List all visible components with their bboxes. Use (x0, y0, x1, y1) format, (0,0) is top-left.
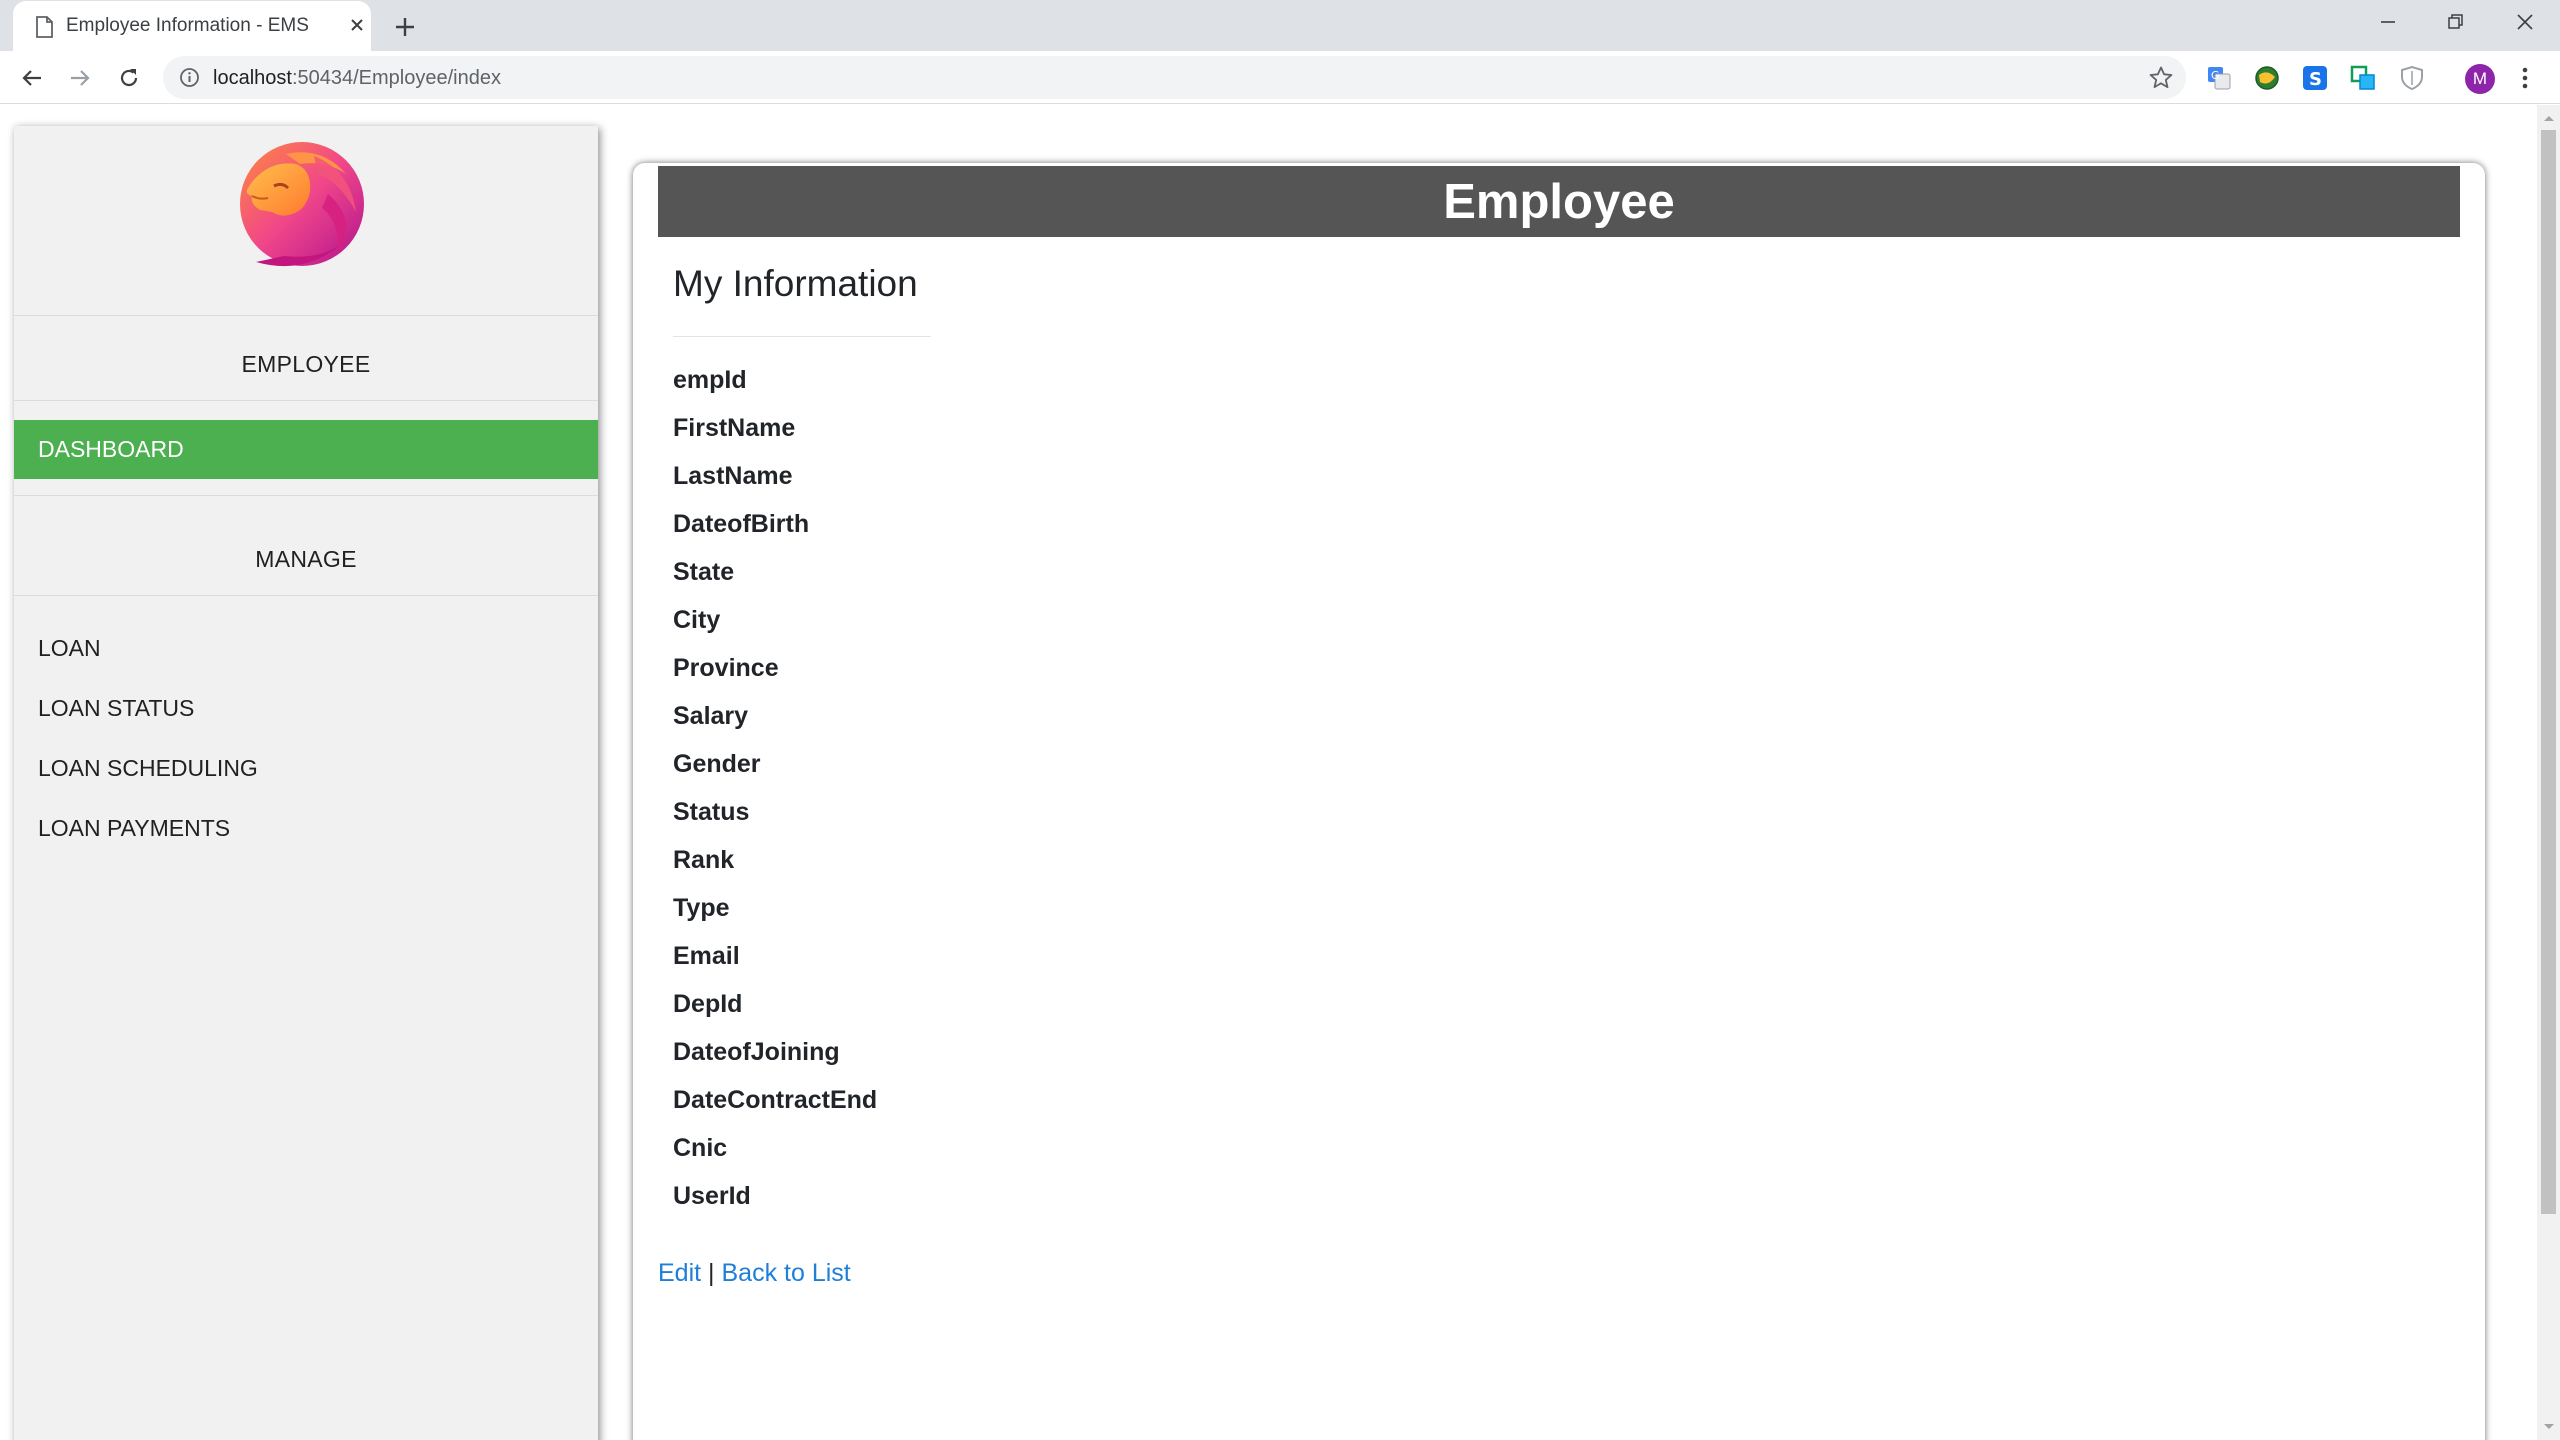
back-to-list-link[interactable]: Back to List (722, 1259, 851, 1287)
sidebar-item-label: DASHBOARD (38, 436, 184, 462)
svg-text:S: S (2309, 69, 2322, 90)
link-separator: | (708, 1259, 715, 1287)
edit-link[interactable]: Edit (658, 1259, 701, 1287)
sidebar-heading-manage: MANAGE (255, 546, 357, 572)
copy-extension-icon[interactable] (2348, 63, 2378, 93)
avatar[interactable]: M (2465, 64, 2495, 94)
browser-toolbar: localhost:50434/Employee/index G S M (0, 51, 2560, 104)
url-host: localhost (213, 67, 292, 89)
sidebar-item-loan-scheduling[interactable]: LOAN SCHEDULING (38, 755, 258, 782)
browser-tab[interactable]: Employee Information - EMS (13, 1, 371, 51)
field-label-datecontractend: DateContractEnd (673, 1086, 878, 1114)
close-icon[interactable] (345, 13, 369, 37)
field-label-userid: UserId (673, 1182, 751, 1210)
sidebar-divider (14, 495, 598, 496)
field-label-status: Status (673, 798, 750, 826)
field-label-type: Type (673, 894, 730, 922)
sidebar-item-dashboard[interactable]: DASHBOARD (14, 420, 598, 479)
sidebar-item-loan-status[interactable]: LOAN STATUS (38, 695, 194, 722)
scroll-up-arrow-icon[interactable] (2537, 109, 2560, 127)
field-label-depid: DepId (673, 990, 743, 1018)
vertical-scrollbar[interactable] (2537, 105, 2560, 1440)
scrollbar-thumb[interactable] (2541, 130, 2556, 1214)
translate-icon[interactable]: G (2204, 63, 2234, 93)
menu-dots-icon[interactable] (2510, 63, 2540, 93)
lion-logo (240, 142, 364, 267)
sidebar-item-loan[interactable]: LOAN (38, 635, 101, 662)
sidebar-divider (14, 400, 598, 401)
field-label-salary: Salary (673, 702, 749, 730)
field-label-state: State (673, 558, 735, 586)
section-divider (673, 336, 931, 337)
sidebar: EMPLOYEE DASHBOARD MANAGE LOAN LOAN STAT… (14, 126, 598, 1440)
sidebar-heading-employee: EMPLOYEE (241, 351, 371, 377)
employee-card: Employee My Information empId FirstName … (633, 163, 2485, 1440)
url-text[interactable]: localhost:50434/Employee/index (213, 67, 501, 90)
sidebar-divider (14, 595, 598, 596)
field-label-lastname: LastName (673, 462, 793, 490)
svg-text:G: G (2211, 69, 2220, 82)
page-icon (36, 16, 53, 38)
minimize-icon[interactable] (2368, 6, 2408, 38)
page-title: Employee (658, 166, 2460, 237)
scroll-down-arrow-icon[interactable] (2537, 1418, 2560, 1436)
back-arrow-icon[interactable] (17, 63, 47, 93)
field-label-dateofjoining: DateofJoining (673, 1038, 840, 1066)
window-close-icon[interactable] (2505, 6, 2545, 38)
field-label-email: Email (673, 942, 740, 970)
field-label-empid: empId (673, 366, 747, 394)
sidebar-item-loan-payments[interactable]: LOAN PAYMENTS (38, 815, 230, 842)
star-icon[interactable] (2148, 65, 2174, 91)
info-icon[interactable] (179, 67, 200, 88)
reload-icon[interactable] (114, 63, 144, 93)
sidebar-divider (14, 315, 598, 316)
url-path: :50434/Employee/index (291, 67, 501, 89)
field-label-firstname: FirstName (673, 414, 796, 442)
forward-arrow-icon[interactable] (65, 63, 95, 93)
address-bar[interactable]: localhost:50434/Employee/index (163, 56, 2186, 99)
shield-icon[interactable] (2397, 63, 2427, 93)
page-viewport: EMPLOYEE DASHBOARD MANAGE LOAN LOAN STAT… (0, 105, 2537, 1440)
globe-extension-icon[interactable] (2252, 63, 2282, 93)
s-extension-icon[interactable]: S (2300, 63, 2330, 93)
section-title: My Information (673, 263, 918, 304)
restore-icon[interactable] (2436, 6, 2476, 38)
tab-strip: Employee Information - EMS (0, 0, 2560, 51)
tab-title: Employee Information - EMS (66, 15, 309, 36)
plus-icon[interactable] (390, 12, 420, 42)
field-label-city: City (673, 606, 721, 634)
field-label-rank: Rank (673, 846, 735, 874)
action-links: Edit | Back to List (658, 1259, 851, 1288)
field-label-province: Province (673, 654, 779, 682)
field-label-dateofbirth: DateofBirth (673, 510, 810, 538)
field-label-gender: Gender (673, 750, 761, 778)
field-label-cnic: Cnic (673, 1134, 728, 1162)
